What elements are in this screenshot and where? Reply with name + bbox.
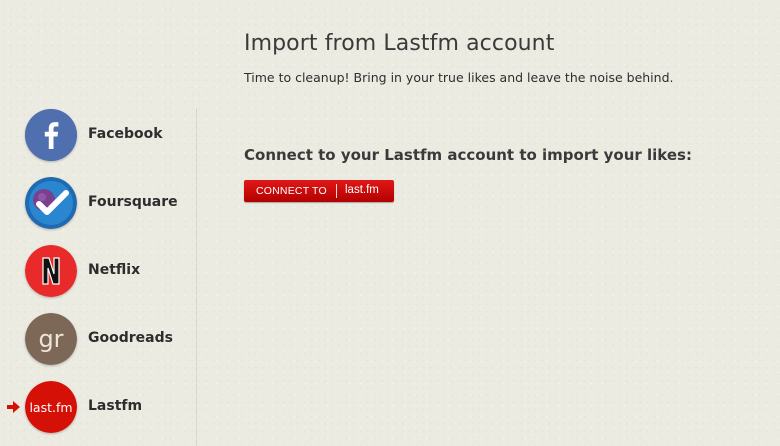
connect-button-label: CONNECT TO bbox=[256, 185, 327, 197]
sidebar: Facebook Foursquare Netflix gr Goodreads… bbox=[0, 108, 197, 446]
goodreads-icon: gr bbox=[25, 313, 77, 365]
page-title: Import from Lastfm account bbox=[244, 31, 555, 56]
sidebar-item-label: Goodreads bbox=[88, 330, 173, 346]
sidebar-item-label: Foursquare bbox=[88, 194, 178, 210]
svg-text:gr: gr bbox=[38, 325, 63, 353]
sidebar-item-goodreads[interactable]: gr Goodreads bbox=[0, 312, 196, 372]
sidebar-item-foursquare[interactable]: Foursquare bbox=[0, 176, 196, 236]
sidebar-item-netflix[interactable]: Netflix bbox=[0, 244, 196, 304]
sidebar-item-label: Facebook bbox=[88, 126, 163, 142]
svg-text:last.fm: last.fm bbox=[29, 400, 72, 415]
facebook-icon bbox=[25, 109, 77, 161]
arrow-right-icon bbox=[7, 401, 20, 413]
sidebar-item-label: Netflix bbox=[88, 262, 141, 278]
foursquare-icon bbox=[25, 177, 77, 229]
connect-lastfm-button[interactable]: CONNECT TO last.fm bbox=[244, 180, 394, 202]
sidebar-item-lastfm[interactable]: last.fm Lastfm bbox=[0, 380, 196, 440]
page-subtitle: Time to cleanup! Bring in your true like… bbox=[244, 70, 674, 85]
connect-heading: Connect to your Lastfm account to import… bbox=[244, 146, 692, 164]
sidebar-item-facebook[interactable]: Facebook bbox=[0, 108, 196, 168]
lastfm-icon: last.fm bbox=[25, 381, 77, 433]
netflix-icon bbox=[25, 245, 77, 297]
lastfm-logo-text: last.fm bbox=[345, 184, 379, 196]
sidebar-item-label: Lastfm bbox=[88, 398, 143, 414]
button-divider bbox=[336, 184, 337, 198]
